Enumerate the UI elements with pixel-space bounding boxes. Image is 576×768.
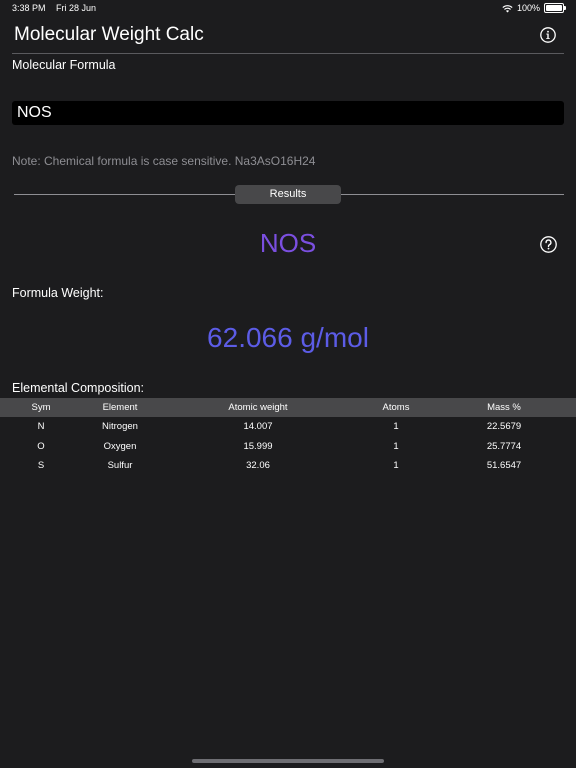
status-time: 3:38 PM [12,3,46,13]
composition-table: Sym Element Atomic weight Atoms Mass % N… [0,398,576,476]
app-title: Molecular Weight Calc [14,24,204,45]
table-row: O Oxygen 15.999 1 25.7774 [0,437,576,457]
case-sensitivity-note: Note: Chemical formula is case sensitive… [12,154,316,168]
nav-divider [12,53,564,54]
cell-mass-percent: 51.6547 [486,460,522,472]
header-sym: Sym [31,402,51,413]
cell-atoms: 1 [393,460,399,472]
table-header: Sym Element Atomic weight Atoms Mass % [0,398,576,417]
cell-atomic-weight: 14.007 [243,421,273,433]
cell-atomic-weight: 32.06 [246,460,270,472]
cell-atomic-weight: 15.999 [243,440,273,452]
cell-sym: S [37,460,45,472]
cell-atoms: 1 [393,440,399,452]
table-row: S Sulfur 32.06 1 51.6547 [0,456,576,476]
cell-element: Nitrogen [102,421,138,433]
cell-sym: N [37,421,45,433]
cell-sym: O [37,440,45,452]
home-indicator [192,759,384,763]
help-icon[interactable] [540,236,557,253]
header-element: Element [102,402,138,413]
status-date: Fri 28 Jun [56,3,97,13]
header-atomic-weight: Atomic weight [228,402,288,413]
cell-element: Oxygen [103,440,137,452]
cell-mass-percent: 22.5679 [486,421,522,433]
header-mass-percent: Mass % [487,402,521,413]
formula-label: Molecular Formula [12,58,116,72]
formula-weight-value: 62.066 g/mol [207,322,369,353]
status-bar: 3:38 PM Fri 28 Jun 100% [0,0,576,16]
battery-percent: 100% [516,3,540,13]
formula-weight-label: Formula Weight: [12,286,104,300]
status-right: 100% [502,3,566,13]
formula-input[interactable] [12,101,564,125]
table-row: N Nitrogen 14.007 1 22.5679 [0,417,576,437]
cell-element: Sulfur [107,460,133,472]
cell-mass-percent: 25.7774 [486,440,522,452]
results-section-label: Results [235,185,341,204]
battery-icon [544,3,566,13]
wifi-icon [502,4,513,13]
cell-atoms: 1 [393,421,399,433]
result-formula: NOS [259,228,317,258]
info-icon[interactable] [540,27,556,43]
header-atoms: Atoms [382,402,410,413]
status-left: 3:38 PM Fri 28 Jun [12,3,104,13]
elemental-composition-label: Elemental Composition: [12,381,145,395]
